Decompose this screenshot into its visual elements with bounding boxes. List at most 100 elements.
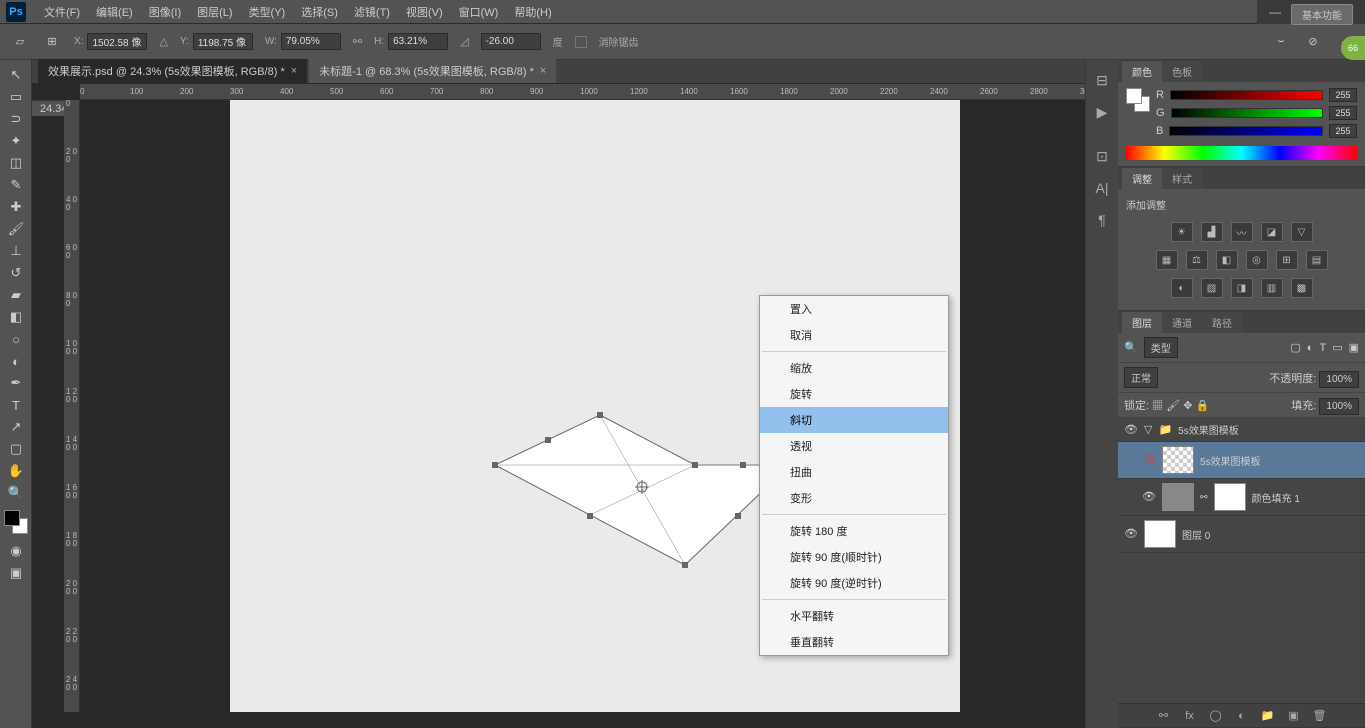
menu-view[interactable]: 视图(V) (398, 1, 451, 23)
filter-pixel-icon[interactable]: ▢ (1290, 341, 1300, 354)
tab-styles[interactable]: 样式 (1162, 168, 1202, 189)
healing-brush-tool[interactable]: ✚ (2, 196, 30, 218)
photo-filter-icon[interactable]: ◎ (1246, 250, 1268, 270)
opacity-input[interactable]: 100% (1319, 371, 1359, 388)
folder-toggle-icon[interactable]: ▽ (1144, 423, 1152, 436)
visibility-icon[interactable]: 👁 (1142, 490, 1156, 504)
lock-pixels-icon[interactable]: 🖌 (1166, 400, 1180, 412)
zoom-tool[interactable]: 🔍 (2, 482, 30, 504)
selective-color-icon[interactable]: ▩ (1291, 278, 1313, 298)
tab-channels[interactable]: 通道 (1162, 312, 1202, 333)
posterize-icon[interactable]: ▨ (1201, 278, 1223, 298)
transform-tool-icon[interactable]: ▱ (10, 32, 30, 52)
tab-adjustments[interactable]: 调整 (1122, 168, 1162, 189)
context-menu-item[interactable]: 旋转 (760, 381, 948, 407)
dodge-tool[interactable]: ◐ (2, 350, 30, 372)
visibility-icon[interactable]: 👁 (1142, 453, 1156, 467)
layer-row[interactable]: 👁 ▽ 📁 5s效果图模板 (1118, 418, 1365, 442)
vibrance-icon[interactable]: ▽ (1291, 222, 1313, 242)
add-mask-icon[interactable]: ◯ (1208, 708, 1224, 724)
context-menu-item[interactable]: 垂直翻转 (760, 629, 948, 655)
swap-xy-icon[interactable]: △ (159, 35, 167, 48)
eraser-tool[interactable]: ▰ (2, 284, 30, 306)
gradient-tool[interactable]: ◧ (2, 306, 30, 328)
y-input[interactable] (193, 33, 253, 50)
gradient-map-icon[interactable]: ▥ (1261, 278, 1283, 298)
lock-all-icon[interactable]: 🔒 (1196, 400, 1210, 412)
visibility-icon[interactable]: 👁 (1124, 423, 1138, 437)
fill-input[interactable]: 100% (1319, 398, 1359, 415)
delete-layer-icon[interactable]: 🗑 (1312, 708, 1328, 724)
context-menu-item[interactable]: 置入 (760, 296, 948, 322)
minimize-button[interactable]: — (1257, 0, 1293, 24)
pen-tool[interactable]: ✒ (2, 372, 30, 394)
color-balance-icon[interactable]: ⚖ (1186, 250, 1208, 270)
menu-help[interactable]: 帮助(H) (506, 1, 559, 23)
document-tab[interactable]: 效果展示.psd @ 24.3% (5s效果图模板, RGB/8) *× (38, 59, 307, 83)
paragraph-panel-icon[interactable]: ¶ (1088, 206, 1116, 234)
layer-thumbnail[interactable] (1162, 483, 1194, 511)
context-menu-item[interactable]: 变形 (760, 485, 948, 511)
invert-icon[interactable]: ◐ (1171, 278, 1193, 298)
bw-icon[interactable]: ◧ (1216, 250, 1238, 270)
rectangle-tool[interactable]: ▢ (2, 438, 30, 460)
menu-image[interactable]: 图像(I) (141, 1, 189, 23)
character-panel-icon[interactable]: A| (1088, 174, 1116, 202)
new-group-icon[interactable]: 📁 (1260, 708, 1276, 724)
curves-icon[interactable]: 〰 (1231, 222, 1253, 242)
g-value[interactable] (1329, 106, 1357, 120)
path-selection-tool[interactable]: ↗ (2, 416, 30, 438)
visibility-icon[interactable]: 👁 (1124, 527, 1138, 541)
antialias-checkbox[interactable] (575, 36, 587, 48)
context-menu-item[interactable]: 旋转 90 度(顺时针) (760, 544, 948, 570)
menu-window[interactable]: 窗口(W) (451, 1, 507, 23)
context-menu-item[interactable]: 扭曲 (760, 459, 948, 485)
lock-position-icon[interactable]: ✥ (1183, 400, 1192, 412)
close-icon[interactable]: × (291, 65, 297, 77)
new-adjustment-icon[interactable]: ◐ (1234, 708, 1250, 724)
quick-mask-icon[interactable]: ◉ (2, 540, 30, 562)
crop-tool[interactable]: ◫ (2, 152, 30, 174)
link-layers-icon[interactable]: ⚯ (1156, 708, 1172, 724)
history-brush-tool[interactable]: ↺ (2, 262, 30, 284)
cancel-transform-icon[interactable]: ⊘ (1303, 32, 1323, 52)
tab-paths[interactable]: 路径 (1202, 312, 1242, 333)
menu-layer[interactable]: 图层(L) (189, 1, 240, 23)
history-panel-icon[interactable]: ⊟ (1088, 66, 1116, 94)
brush-tool[interactable]: 🖌 (2, 218, 30, 240)
hue-sat-icon[interactable]: ▦ (1156, 250, 1178, 270)
menu-file[interactable]: 文件(F) (36, 1, 88, 23)
menu-select[interactable]: 选择(S) (293, 1, 346, 23)
screen-mode-icon[interactable]: ▣ (2, 562, 30, 584)
w-input[interactable] (281, 33, 341, 50)
mask-thumbnail[interactable] (1214, 483, 1246, 511)
context-menu-item[interactable]: 旋转 180 度 (760, 518, 948, 544)
stamp-tool[interactable]: ⊥ (2, 240, 30, 262)
warp-mode-icon[interactable]: ⌣ (1271, 32, 1291, 52)
layer-row[interactable]: 👁 ⚯ 颜色填充 1 (1118, 479, 1365, 516)
levels-icon[interactable]: ▟ (1201, 222, 1223, 242)
layer-style-icon[interactable]: fx (1182, 708, 1198, 724)
color-swatches[interactable] (4, 510, 28, 534)
context-menu-item[interactable]: 透视 (760, 433, 948, 459)
brightness-icon[interactable]: ☀ (1171, 222, 1193, 242)
blend-mode-select[interactable]: 正常 (1124, 367, 1158, 388)
color-lookup-icon[interactable]: ▤ (1306, 250, 1328, 270)
context-menu-item[interactable]: 旋转 90 度(逆时针) (760, 570, 948, 596)
layer-row[interactable]: 👁 图层 0 (1118, 516, 1365, 553)
layer-row[interactable]: 👁 5s效果图模板 (1118, 442, 1365, 479)
layer-thumbnail[interactable] (1162, 446, 1194, 474)
menu-edit[interactable]: 编辑(E) (88, 1, 141, 23)
filter-kind-icon[interactable]: 🔍 (1124, 341, 1138, 354)
tab-color[interactable]: 颜色 (1122, 61, 1162, 82)
tab-swatches[interactable]: 色板 (1162, 61, 1202, 82)
menu-filter[interactable]: 滤镜(T) (346, 1, 398, 23)
move-tool[interactable]: ↖ (2, 64, 30, 86)
b-value[interactable] (1329, 124, 1357, 138)
h-input[interactable] (388, 33, 448, 50)
filter-adjustment-icon[interactable]: ◐ (1307, 342, 1314, 354)
filter-smart-icon[interactable]: ▣ (1349, 341, 1359, 354)
filter-kind-select[interactable]: 类型 (1144, 337, 1178, 358)
eyedropper-tool[interactable]: ✎ (2, 174, 30, 196)
g-slider[interactable] (1171, 108, 1323, 118)
